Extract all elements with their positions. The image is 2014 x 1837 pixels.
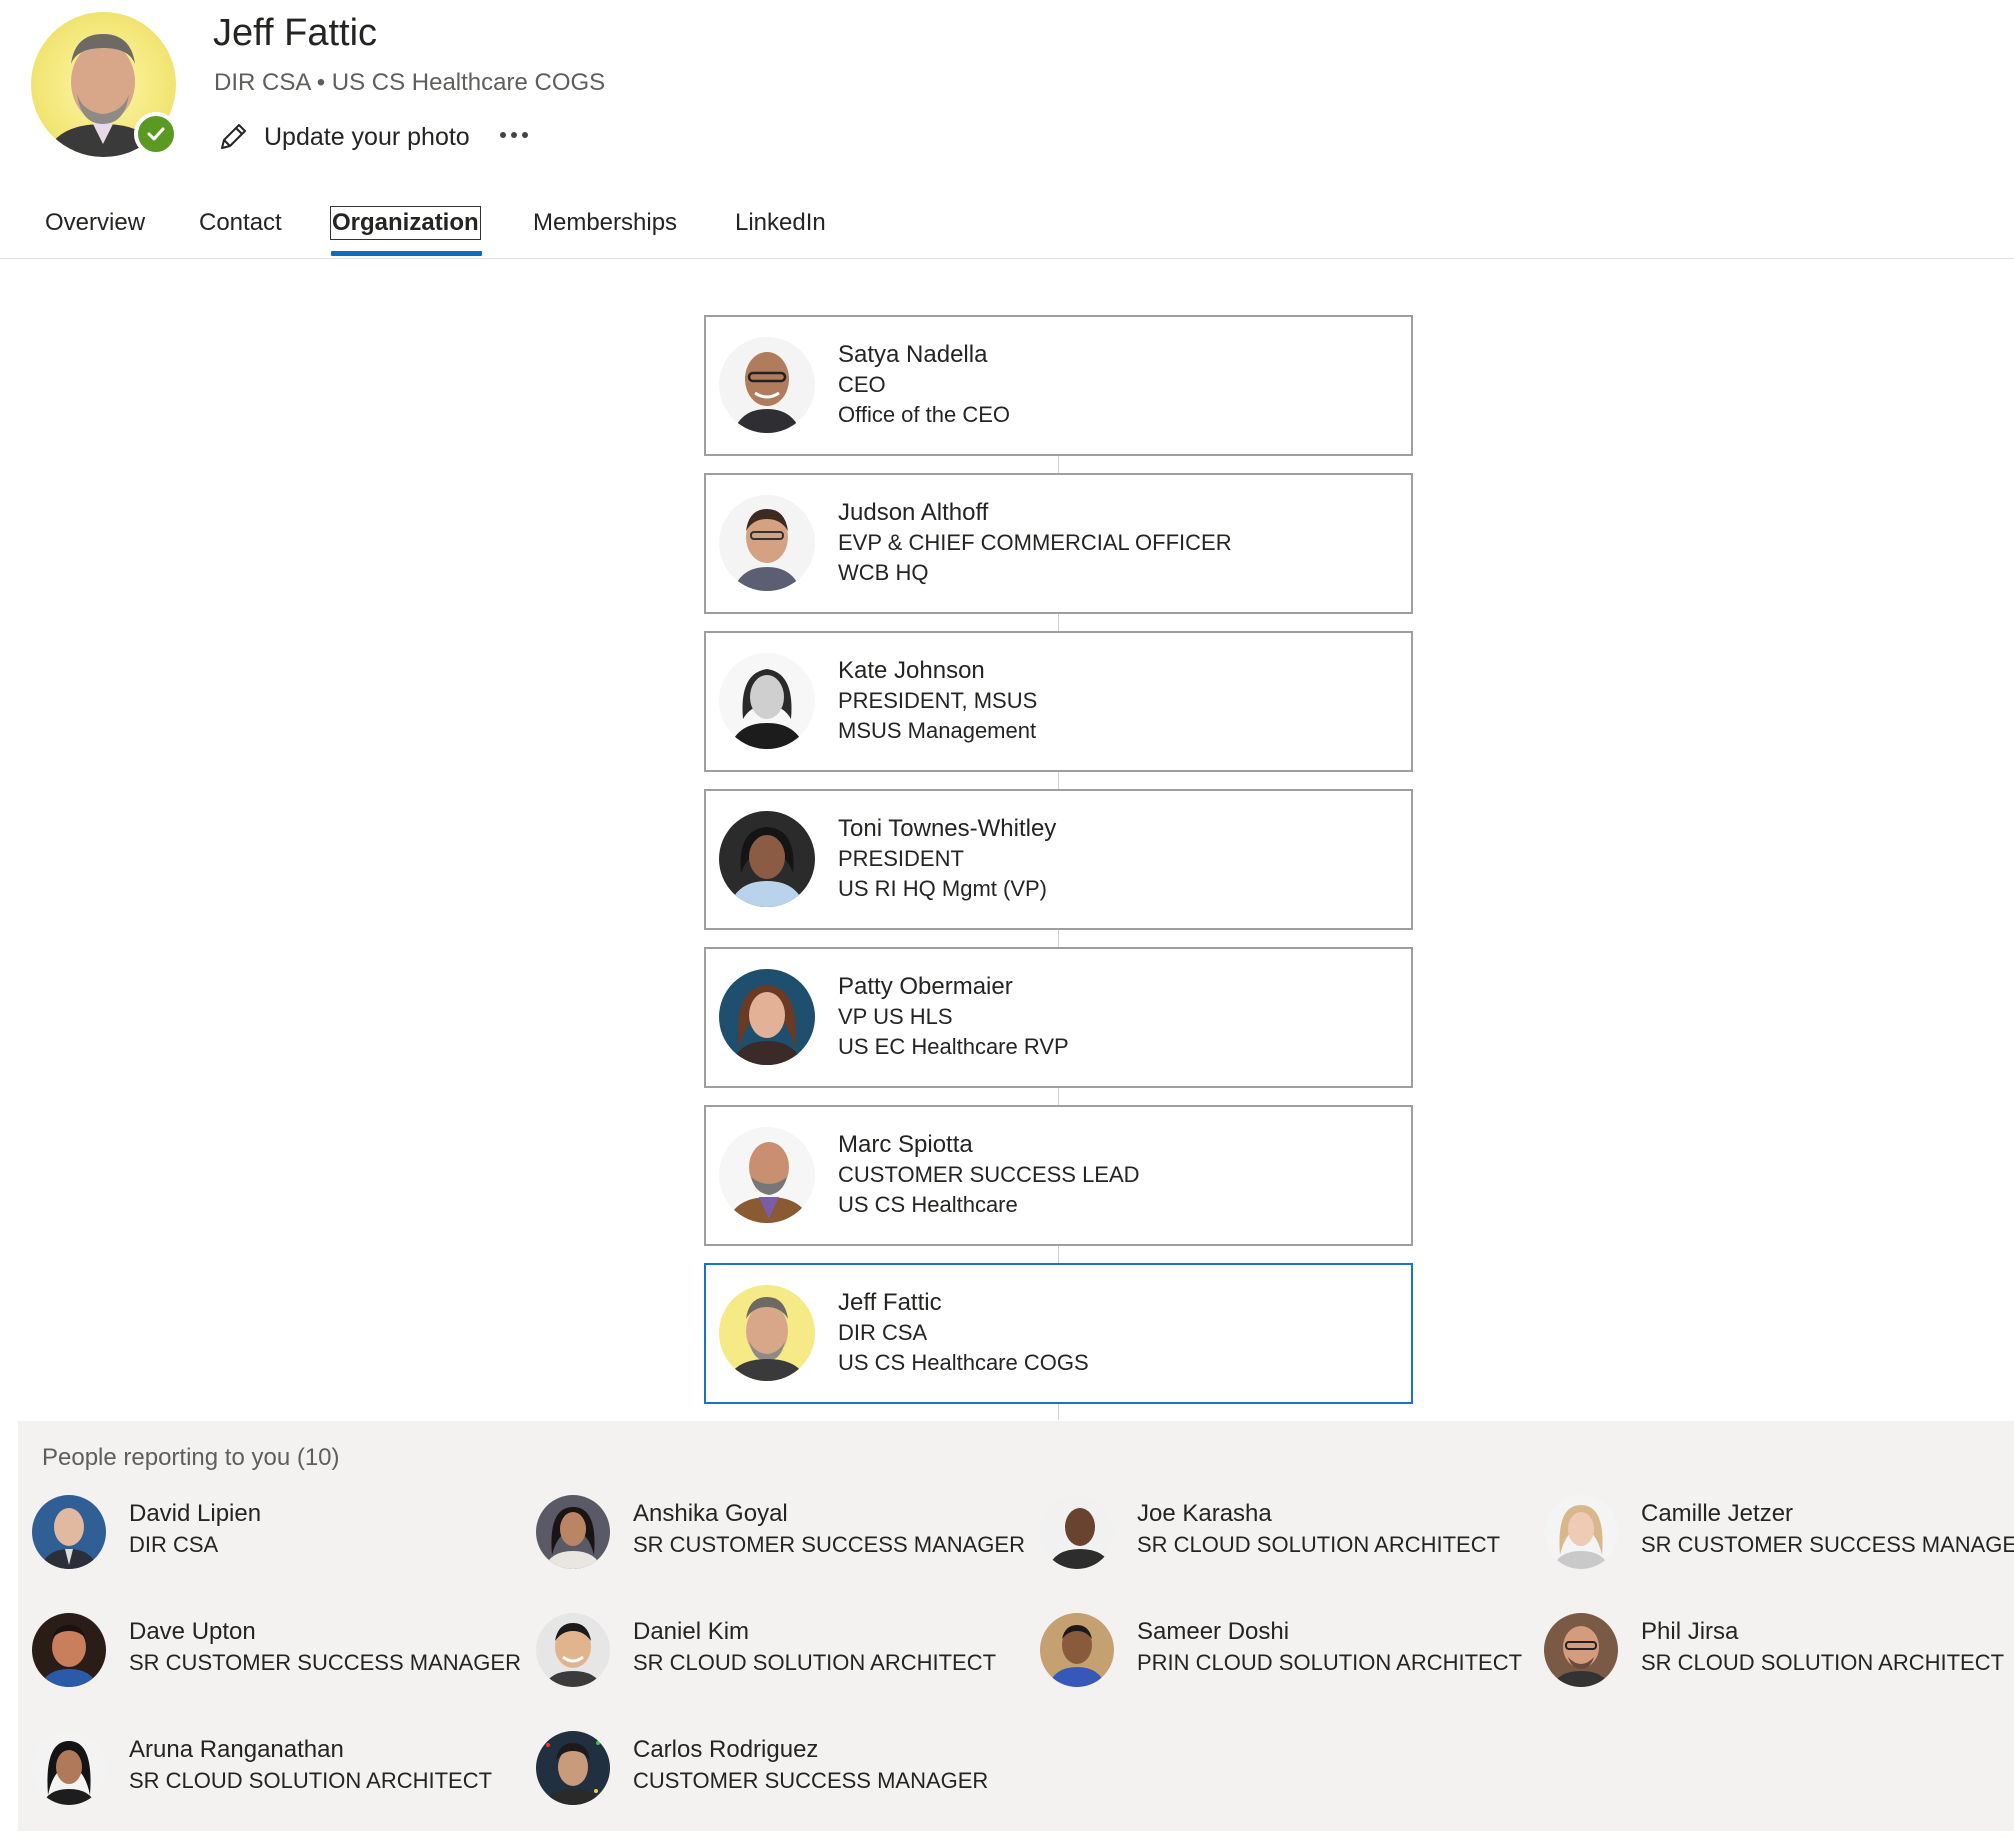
avatar [1544,1613,1618,1687]
person-name: Satya Nadella [838,341,988,368]
avatar [719,337,815,433]
avatar [719,811,815,907]
person-title: EVP & CHIEF COMMERCIAL OFFICER [838,530,1232,555]
avatar [719,969,815,1065]
profile-subtitle: DIR CSA • US CS Healthcare COGS [214,69,606,96]
avatar [536,1731,610,1805]
report-name: Daniel Kim [633,1618,750,1645]
direct-report-item[interactable]: Carlos Rodriguez CUSTOMER SUCCESS MANAGE… [536,1731,1016,1811]
report-title: SR CLOUD SOLUTION ARCHITECT [633,1650,997,1675]
report-title: DIR CSA [129,1532,219,1557]
person-title: CUSTOMER SUCCESS LEAD [838,1162,1140,1187]
direct-report-item[interactable]: Anshika Goyal SR CUSTOMER SUCCESS MANAGE… [536,1495,1025,1575]
org-card-manager[interactable]: Satya Nadella CEO Office of the CEO [704,315,1413,456]
avatar [536,1613,610,1687]
avatar [536,1495,610,1569]
direct-report-item[interactable]: David Lipien DIR CSA [32,1495,512,1575]
report-title: SR CLOUD SOLUTION ARCHITECT [1137,1532,1501,1557]
direct-report-item[interactable]: Camille Jetzer SR CUSTOMER SUCCESS MANAG… [1544,1495,2014,1575]
org-card-manager[interactable]: Patty Obermaier VP US HLS US EC Healthca… [704,947,1413,1088]
person-title: PRESIDENT [838,846,964,871]
presence-available-icon [134,112,178,156]
report-name: Aruna Ranganathan [129,1736,344,1763]
person-name: Judson Althoff [838,499,989,526]
person-department: Office of the CEO [838,402,1011,427]
pencil-icon [216,120,250,154]
report-name: David Lipien [129,1500,262,1527]
person-title: CEO [838,372,886,397]
direct-report-item[interactable]: Sameer Doshi PRIN CLOUD SOLUTION ARCHITE… [1040,1613,1523,1693]
person-name: Patty Obermaier [838,973,1013,1000]
org-card-manager[interactable]: Toni Townes-Whitley PRESIDENT US RI HQ M… [704,789,1413,930]
tab-linkedin[interactable]: LinkedIn [735,208,826,238]
person-name: Kate Johnson [838,657,985,684]
person-title: DIR CSA [838,1320,928,1345]
direct-report-item[interactable]: Dave Upton SR CUSTOMER SUCCESS MANAGER [32,1613,521,1693]
update-photo-button[interactable]: Update your photo [216,118,470,156]
direct-report-item[interactable]: Joe Karasha SR CLOUD SOLUTION ARCHITECT [1040,1495,1520,1575]
avatar [1544,1495,1618,1569]
avatar [1040,1613,1114,1687]
avatar [719,653,815,749]
report-name: Carlos Rodriguez [633,1736,819,1763]
direct-reports-panel: People reporting to you (10) David Lipie… [18,1421,2014,1831]
more-options-button[interactable] [494,118,534,152]
report-name: Phil Jirsa [1641,1618,1739,1645]
avatar [32,1731,106,1805]
person-department: US EC Healthcare RVP [838,1034,1069,1059]
direct-report-item[interactable]: Daniel Kim SR CLOUD SOLUTION ARCHITECT [536,1613,1016,1693]
profile-tabs: Overview Contact Organization Membership… [0,198,2014,259]
org-card-manager[interactable]: Kate Johnson PRESIDENT, MSUS MSUS Manage… [704,631,1413,772]
profile-name: Jeff Fattic [213,12,378,54]
more-icon [498,132,531,138]
person-name: Jeff Fattic [838,1289,942,1316]
report-title: SR CLOUD SOLUTION ARCHITECT [1641,1650,2005,1675]
avatar [32,1495,106,1569]
active-tab-indicator [331,251,482,256]
direct-report-item[interactable]: Aruna Ranganathan SR CLOUD SOLUTION ARCH… [32,1731,512,1811]
report-title: SR CUSTOMER SUCCESS MANAGER [1641,1532,2014,1557]
report-title: SR CUSTOMER SUCCESS MANAGER [633,1532,1025,1557]
tab-contact[interactable]: Contact [199,208,282,238]
avatar [32,1613,106,1687]
person-title: VP US HLS [838,1004,953,1029]
org-card-manager[interactable]: Marc Spiotta CUSTOMER SUCCESS LEAD US CS… [704,1105,1413,1246]
direct-reports-heading: People reporting to you (10) [42,1444,340,1471]
report-name: Camille Jetzer [1641,1500,1794,1527]
org-card-current-user[interactable]: Jeff Fattic DIR CSA US CS Healthcare COG… [704,1263,1413,1404]
avatar [719,495,815,591]
direct-report-item[interactable]: Phil Jirsa SR CLOUD SOLUTION ARCHITECT [1544,1613,2014,1693]
tab-memberships[interactable]: Memberships [533,208,677,238]
person-name: Toni Townes-Whitley [838,815,1057,842]
avatar [719,1127,815,1223]
person-department: MSUS Management [838,718,1037,743]
report-title: SR CLOUD SOLUTION ARCHITECT [129,1768,493,1793]
report-name: Anshika Goyal [633,1500,788,1527]
person-department: US RI HQ Mgmt (VP) [838,876,1048,901]
tab-organization[interactable]: Organization [330,206,481,240]
report-name: Dave Upton [129,1618,256,1645]
update-photo-label: Update your photo [264,122,470,151]
report-name: Joe Karasha [1137,1500,1272,1527]
person-title: PRESIDENT, MSUS [838,688,1038,713]
report-name: Sameer Doshi [1137,1618,1290,1645]
person-department: US CS Healthcare [838,1192,1018,1217]
person-department: WCB HQ [838,560,929,585]
report-title: PRIN CLOUD SOLUTION ARCHITECT [1137,1650,1523,1675]
report-title: SR CUSTOMER SUCCESS MANAGER [129,1650,521,1675]
org-card-manager[interactable]: Judson Althoff EVP & CHIEF COMMERCIAL OF… [704,473,1413,614]
avatar [1040,1495,1114,1569]
person-department: US CS Healthcare COGS [838,1350,1089,1375]
report-title: CUSTOMER SUCCESS MANAGER [633,1768,989,1793]
avatar [719,1285,815,1381]
tab-overview[interactable]: Overview [45,208,145,238]
person-name: Marc Spiotta [838,1131,973,1158]
